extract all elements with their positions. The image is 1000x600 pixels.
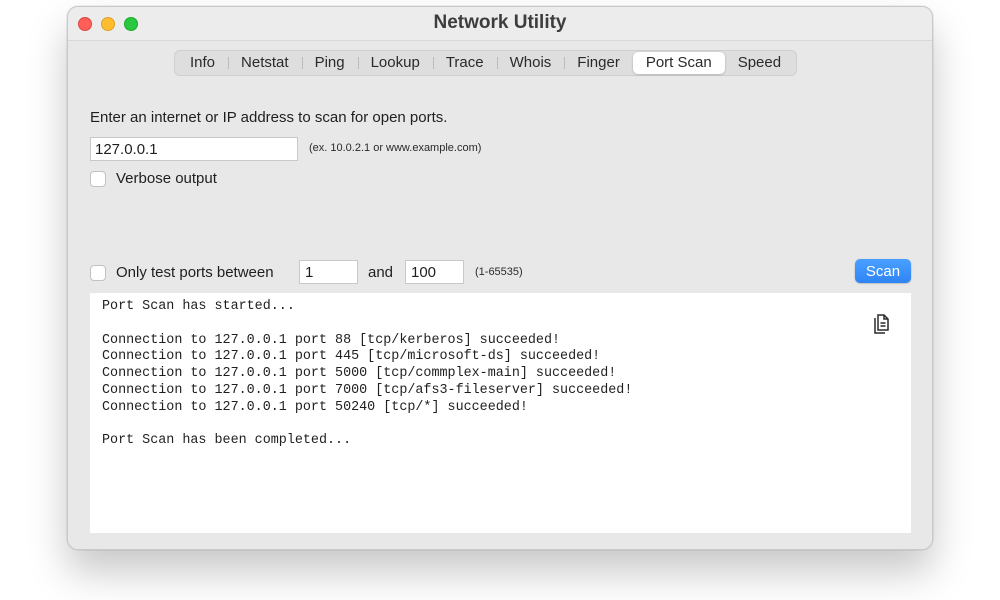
address-hint: (ex. 10.0.2.1 or www.example.com): [309, 142, 482, 154]
scan-prompt-label: Enter an internet or IP address to scan …: [90, 109, 448, 126]
port-from-input[interactable]: [299, 260, 358, 284]
tab-finger[interactable]: Finger: [564, 52, 633, 74]
tab-ping[interactable]: Ping: [301, 52, 358, 74]
tab-port-scan[interactable]: Port Scan: [632, 52, 725, 74]
network-utility-window: Network Utility Info Netstat Ping Lookup…: [67, 6, 933, 550]
tab-netstat[interactable]: Netstat: [228, 52, 302, 74]
verbose-output-label[interactable]: Verbose output: [116, 170, 217, 187]
port-range-label[interactable]: Only test ports between: [116, 264, 274, 281]
tab-bar: Info Netstat Ping Lookup Trace Whois Fin…: [174, 50, 798, 76]
output-line: Port Scan has been completed...: [102, 433, 352, 449]
output-line: Connection to 127.0.0.1 port 7000 [tcp/a…: [102, 382, 633, 398]
title-bar[interactable]: Network Utility: [68, 7, 932, 41]
port-range-checkbox[interactable]: [90, 265, 106, 281]
output-line: Connection to 127.0.0.1 port 445 [tcp/mi…: [102, 349, 601, 365]
tab-lookup[interactable]: Lookup: [357, 52, 433, 74]
content-area: Info Netstat Ping Lookup Trace Whois Fin…: [68, 41, 932, 549]
port-range-hint: (1-65535): [475, 266, 523, 278]
window-title: Network Utility: [433, 12, 567, 33]
tab-whois[interactable]: Whois: [496, 52, 565, 74]
scan-output-area[interactable]: Port Scan has started... Connection to 1…: [90, 293, 911, 533]
port-to-input[interactable]: [405, 260, 464, 284]
port-range-and-label: and: [368, 264, 394, 281]
output-line: Connection to 127.0.0.1 port 50240 [tcp/…: [102, 399, 528, 415]
verbose-output-checkbox[interactable]: [90, 171, 106, 187]
output-line: Port Scan has started...: [102, 299, 295, 314]
output-line: Connection to 127.0.0.1 port 88 [tcp/ker…: [102, 332, 561, 348]
tab-trace[interactable]: Trace: [432, 52, 497, 74]
tab-speed[interactable]: Speed: [725, 52, 794, 74]
address-input[interactable]: [90, 137, 298, 161]
scan-button[interactable]: Scan: [855, 259, 911, 283]
tab-info[interactable]: Info: [177, 52, 228, 74]
output-line: Connection to 127.0.0.1 port 5000 [tcp/c…: [102, 366, 617, 382]
copy-icon[interactable]: [873, 311, 893, 335]
